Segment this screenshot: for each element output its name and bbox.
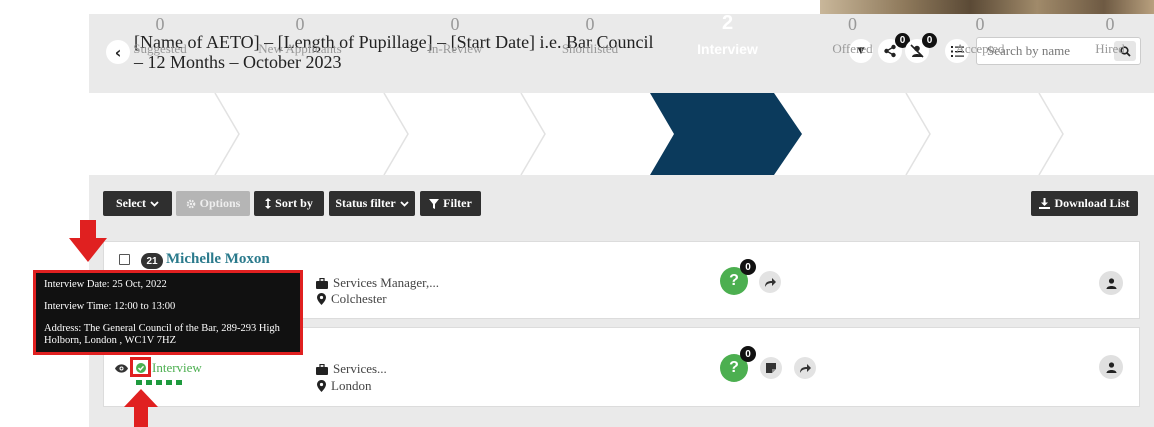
status-filter-button[interactable]: Status filter bbox=[329, 191, 415, 216]
stage-in-review[interactable]: 0 In-Review bbox=[405, 0, 505, 82]
stage-accepted[interactable]: 0 Accepted bbox=[940, 0, 1020, 82]
candidate-name-link[interactable]: Michelle Moxon bbox=[166, 251, 270, 268]
question-icon: ? bbox=[729, 359, 739, 376]
user-icon bbox=[1106, 277, 1116, 289]
stage-interview[interactable]: 2 Interview bbox=[680, 0, 775, 82]
stage-offered[interactable]: 0 Offered bbox=[815, 0, 890, 82]
options-button[interactable]: Options bbox=[176, 191, 250, 216]
stage-separator bbox=[520, 93, 546, 175]
stage-new-applicants[interactable]: 0 New Applicants bbox=[240, 0, 360, 82]
notes-button[interactable] bbox=[760, 357, 782, 379]
stage-separator bbox=[383, 93, 409, 175]
check-circle-icon[interactable] bbox=[136, 363, 146, 373]
sort-by-button[interactable]: Sort by bbox=[254, 191, 324, 216]
map-pin-icon bbox=[317, 380, 326, 392]
rejected-count-badge: 0 bbox=[922, 33, 937, 48]
tooltip-date: Interview Date: 25 Oct, 2022 bbox=[44, 279, 167, 290]
filter-button[interactable]: Filter bbox=[420, 191, 481, 216]
candidate-job: Services... bbox=[316, 361, 387, 377]
sticky-note-icon bbox=[766, 363, 776, 373]
user-icon bbox=[1106, 361, 1116, 373]
stage-separator bbox=[1038, 93, 1064, 175]
funnel-icon bbox=[429, 198, 440, 209]
gear-icon bbox=[186, 199, 195, 208]
question-count-badge: 0 bbox=[740, 346, 756, 362]
question-icon: ? bbox=[729, 272, 739, 289]
briefcase-icon bbox=[316, 277, 328, 289]
forward-button[interactable] bbox=[759, 271, 781, 293]
stage-separator bbox=[214, 93, 240, 175]
share-arrow-icon bbox=[799, 363, 811, 373]
chevron-down-icon bbox=[150, 200, 159, 207]
profile-button[interactable] bbox=[1099, 271, 1123, 295]
stage-hired[interactable]: 0 Hired bbox=[1080, 0, 1140, 82]
annotation-arrow-down-icon bbox=[69, 220, 107, 262]
profile-button[interactable] bbox=[1099, 355, 1123, 379]
status-label: Interview bbox=[152, 360, 202, 375]
share-arrow-icon bbox=[764, 277, 776, 287]
stage-separator bbox=[905, 93, 931, 175]
briefcase-icon bbox=[316, 363, 328, 375]
question-count-badge: 0 bbox=[740, 259, 756, 275]
active-stage-arrow bbox=[650, 93, 802, 175]
user-slash-icon bbox=[910, 44, 924, 58]
candidate-location: Colchester bbox=[317, 291, 387, 307]
candidate-location: London bbox=[317, 378, 371, 394]
annotation-arrow-up-icon bbox=[124, 389, 158, 427]
candidate-job: Services Manager,... bbox=[316, 275, 439, 291]
pipeline-bar bbox=[89, 93, 1154, 175]
chevron-down-icon bbox=[400, 200, 409, 207]
map-pin-icon bbox=[317, 293, 326, 305]
sort-icon bbox=[265, 198, 272, 209]
tooltip-address: Address: The General Council of the Bar,… bbox=[44, 323, 280, 346]
interview-tooltip: Interview Date: 25 Oct, 2022 Interview T… bbox=[33, 270, 303, 355]
questions-button[interactable]: ? 0 bbox=[720, 346, 756, 382]
eye-icon[interactable] bbox=[115, 364, 128, 373]
questions-button[interactable]: ? 0 bbox=[720, 259, 756, 295]
download-icon bbox=[1039, 198, 1051, 209]
tooltip-time: Interview Time: 12:00 to 13:00 bbox=[44, 301, 176, 312]
stage-shortlisted[interactable]: 0 Shortlisted bbox=[540, 0, 640, 82]
forward-button[interactable] bbox=[794, 357, 816, 379]
select-button[interactable]: Select bbox=[103, 191, 172, 216]
rejected-button[interactable]: 0 bbox=[905, 33, 937, 63]
candidate-checkbox[interactable] bbox=[119, 254, 130, 265]
download-list-button[interactable]: Download List bbox=[1031, 191, 1138, 216]
stage-suggested[interactable]: 0 Suggested bbox=[115, 0, 205, 82]
candidate-rank-badge: 21 bbox=[141, 253, 163, 269]
progress-dots bbox=[136, 380, 182, 385]
